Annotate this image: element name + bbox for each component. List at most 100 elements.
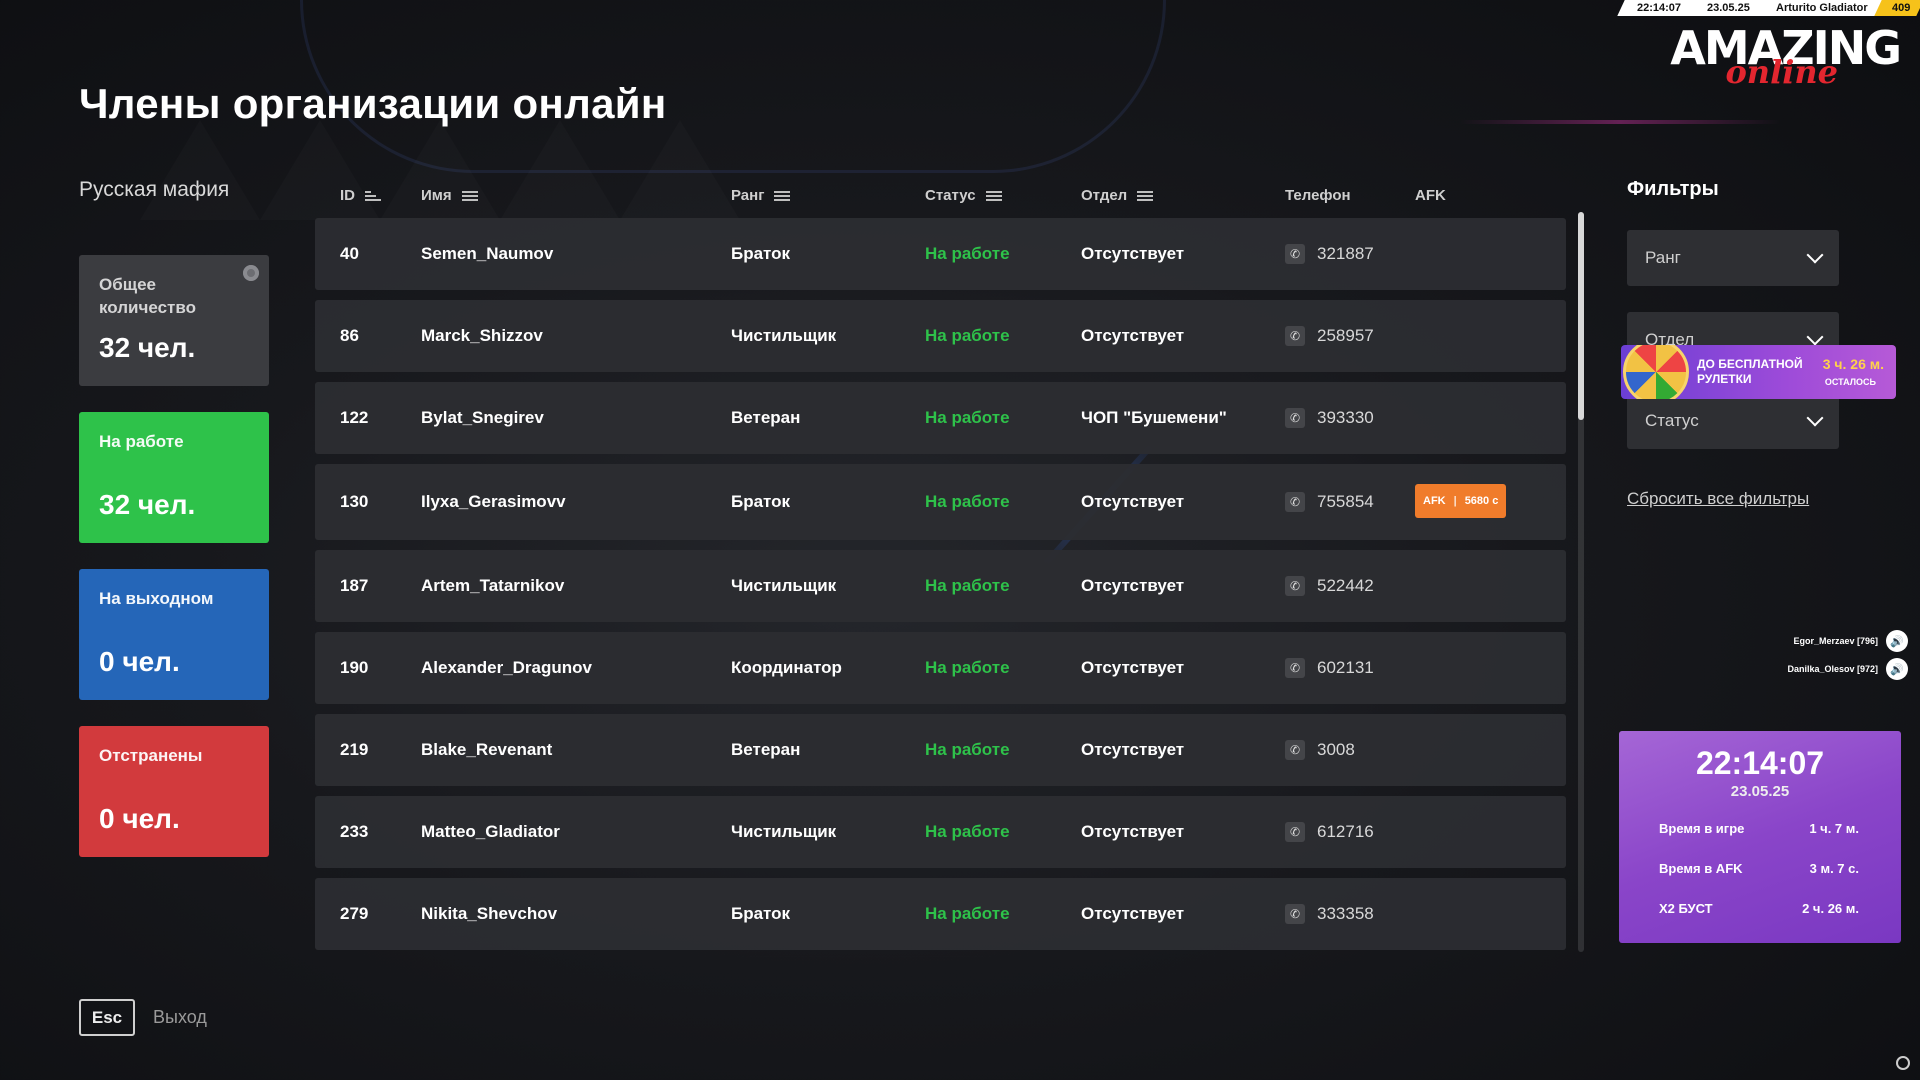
cell-name: Alexander_Dragunov	[421, 658, 592, 677]
table-row[interactable]: 122 Bylat_Snegirev Ветеран На работе ЧОП…	[315, 382, 1566, 454]
cell-phone: ✆ 602131	[1285, 632, 1374, 704]
cell-status: На работе	[925, 408, 1010, 427]
stat-card-suspended[interactable]: Отстранены 0 чел.	[79, 726, 269, 857]
table-row[interactable]: 40 Semen_Naumov Браток На работе Отсутст…	[315, 218, 1566, 290]
hud-id: 409	[1873, 0, 1920, 16]
cell-phone: ✆ 3008	[1285, 714, 1355, 786]
phone-icon[interactable]: ✆	[1285, 822, 1305, 842]
cell-rank: Чистильщик	[731, 576, 837, 595]
cell-rank: Чистильщик	[731, 326, 837, 345]
column-header-department[interactable]: Отдел	[1081, 187, 1154, 204]
speaker-icon: 🔊	[1886, 658, 1908, 680]
stat-card-working[interactable]: На работе 32 чел.	[79, 412, 269, 543]
voice-chat-user: Danilka_Olesov [972] 🔊	[1787, 658, 1908, 680]
cell-phone: ✆ 755854	[1285, 464, 1374, 540]
column-header-id[interactable]: ID	[340, 187, 381, 204]
table-row[interactable]: 279 Nikita_Shevchov Браток На работе Отс…	[315, 878, 1566, 950]
settings-icon	[1896, 1056, 1910, 1070]
column-header-afk: AFK	[1415, 187, 1446, 204]
cell-department: Отсутствует	[1081, 740, 1185, 759]
stat-label: Отстранены	[99, 746, 203, 765]
clock-time: 22:14:07	[1695, 745, 1825, 781]
reset-filters-link[interactable]: Сбросить все фильтры	[1627, 489, 1809, 509]
phone-icon[interactable]: ✆	[1285, 492, 1305, 512]
phone-icon[interactable]: ✆	[1285, 326, 1305, 346]
clock-widget: 22:14:07 23.05.25 Время в игре 1 ч. 7 м. …	[1619, 731, 1901, 943]
menu-icon	[774, 190, 791, 202]
cell-name: Bylat_Snegirev	[421, 408, 544, 427]
phone-icon[interactable]: ✆	[1285, 408, 1305, 428]
page-title: Члены организации онлайн	[79, 80, 667, 127]
cell-phone: ✆ 612716	[1285, 796, 1374, 868]
cell-phone: ✆ 321887	[1285, 218, 1374, 290]
cell-id: 130	[340, 492, 369, 511]
cell-status: На работе	[925, 244, 1010, 263]
cell-name: Nikita_Shevchov	[421, 904, 558, 923]
clock-date: 23.05.25	[1730, 783, 1790, 800]
cell-department: Отсутствует	[1081, 244, 1185, 263]
cell-rank: Чистильщик	[731, 822, 837, 841]
cell-status: На работе	[925, 576, 1010, 595]
stat-value: 0 чел.	[99, 646, 180, 677]
phone-icon[interactable]: ✆	[1285, 740, 1305, 760]
cell-status: На работе	[925, 822, 1010, 841]
esc-key-button[interactable]: Esc	[79, 999, 135, 1036]
cell-status: На работе	[925, 904, 1010, 923]
phone-icon[interactable]: ✆	[1285, 658, 1305, 678]
cell-rank: Ветеран	[731, 740, 801, 759]
cell-rank: Ветеран	[731, 408, 801, 427]
column-header-status[interactable]: Статус	[925, 187, 1002, 204]
stat-card-total: Общее количество 32 чел.	[79, 255, 269, 386]
cell-status: На работе	[925, 326, 1010, 345]
cell-department: Отсутствует	[1081, 904, 1185, 923]
cell-name: Ilyxa_Gerasimovv	[421, 492, 566, 511]
table-scrollbar[interactable]	[1578, 212, 1584, 952]
cell-status: На работе	[925, 658, 1010, 677]
cell-department: ЧОП "Бушемени"	[1081, 408, 1227, 427]
table-row[interactable]: 233 Matteo_Gladiator Чистильщик На работ…	[315, 796, 1566, 868]
exit-label[interactable]: Выход	[153, 1007, 207, 1028]
menu-icon	[985, 190, 1002, 202]
rank-filter-select[interactable]: Ранг	[1627, 230, 1839, 286]
cell-name: Blake_Revenant	[421, 740, 553, 759]
cell-name: Artem_Tatarnikov	[421, 576, 565, 595]
column-header-rank[interactable]: Ранг	[731, 187, 791, 204]
menu-icon	[1137, 190, 1154, 202]
cell-department: Отсутствует	[1081, 326, 1185, 345]
menu-icon	[461, 190, 478, 202]
afk-badge: AFK | 5680 с	[1415, 484, 1507, 518]
cell-department: Отсутствует	[1081, 576, 1185, 595]
table-row[interactable]: 219 Blake_Revenant Ветеран На работе Отс…	[315, 714, 1566, 786]
amazing-online-logo: AMAZING online	[1670, 21, 1902, 91]
stat-value: 32 чел.	[99, 489, 196, 520]
stat-card-off-duty[interactable]: На выходном 0 чел.	[79, 569, 269, 700]
table-row[interactable]: 130 Ilyxa_Gerasimovv Браток На работе От…	[315, 464, 1566, 540]
chevron-down-icon	[1806, 328, 1824, 346]
phone-icon[interactable]: ✆	[1285, 244, 1305, 264]
scrollbar-thumb[interactable]	[1578, 212, 1584, 420]
stat-value: 0 чел.	[99, 803, 180, 834]
status-filter-select[interactable]: Статус	[1627, 393, 1839, 449]
cell-id: 40	[340, 244, 359, 263]
cell-phone: ✆ 393330	[1285, 382, 1374, 454]
sort-icon	[365, 190, 381, 202]
phone-icon[interactable]: ✆	[1285, 576, 1305, 596]
cell-phone: ✆ 522442	[1285, 550, 1374, 622]
cell-id: 233	[340, 822, 369, 841]
clock-row: Время в игре 1 ч. 7 м.	[1659, 821, 1859, 836]
roulette-wheel-icon	[1623, 345, 1689, 399]
voice-chat-user: Egor_Merzaev [796] 🔊	[1793, 630, 1908, 652]
cell-id: 86	[340, 326, 359, 345]
cell-id: 219	[340, 740, 369, 759]
table-row[interactable]: 86 Marck_Shizzov Чистильщик На работе От…	[315, 300, 1566, 372]
cell-id: 279	[340, 904, 369, 923]
cell-phone: ✆ 333358	[1285, 878, 1374, 950]
table-row[interactable]: 190 Alexander_Dragunov Координатор На ра…	[315, 632, 1566, 704]
info-dot-icon	[243, 265, 259, 281]
table-row[interactable]: 187 Artem_Tatarnikov Чистильщик На работ…	[315, 550, 1566, 622]
clock-row: X2 БУСТ 2 ч. 26 м.	[1659, 901, 1859, 916]
phone-icon[interactable]: ✆	[1285, 904, 1305, 924]
stat-label: На выходном	[99, 589, 214, 608]
column-header-name[interactable]: Имя	[421, 187, 478, 204]
cell-rank: Браток	[731, 904, 791, 923]
